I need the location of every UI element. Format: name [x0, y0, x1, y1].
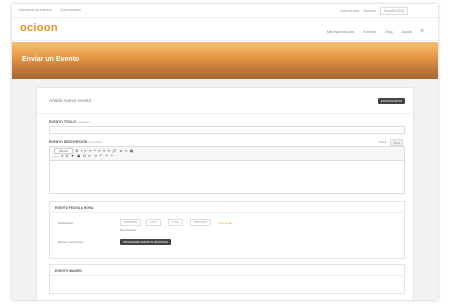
horizontal-line-icon[interactable]: ⇥ [60, 154, 63, 158]
editor-mode-tabs: Visual Texto [377, 139, 403, 146]
event-title-label: EVENTO TÍTULO (requerido) [49, 120, 91, 124]
top-link-communities[interactable]: Comunidades [60, 8, 81, 12]
numbered-list-icon[interactable]: ≡ [89, 149, 91, 153]
nav-item-blog[interactable]: Blog [385, 30, 392, 34]
strikethrough-icon[interactable]: — [54, 154, 58, 158]
site-logo[interactable]: ocioon [20, 22, 58, 34]
page-banner: Enviar un Evento [12, 42, 438, 79]
tab-visual[interactable]: Visual [377, 139, 389, 146]
form-title: Añadir nuevo evento [49, 98, 92, 103]
images-section-heading: EVENTO IMAGEN [50, 265, 404, 276]
outdent-icon[interactable]: ⇤ [88, 154, 91, 158]
event-description-label-text: EVENTO DESCRIPCIÓN [49, 140, 88, 144]
event-title-label-text: EVENTO TÍTULO [49, 120, 77, 124]
italic-icon[interactable]: I [81, 149, 82, 153]
toolbar-toggle-icon[interactable]: ▦ [130, 149, 133, 153]
event-description-label: EVENTO DESCRIPCIÓN (requerido) [49, 140, 102, 144]
color-dropdown-icon[interactable]: ▼ [71, 154, 75, 158]
event-title-input[interactable] [49, 126, 405, 134]
special-char-icon[interactable]: Ω [83, 154, 86, 158]
main-nav: Mis espectáculos Eventos Blog Ayuda ⌕ [327, 28, 424, 35]
language-selector[interactable]: Español (ES) [380, 7, 408, 15]
top-utility-bar: Calendario de eventos Comunidades Docume… [12, 4, 438, 18]
end-date-input[interactable]: 28/07/2020 [190, 219, 211, 226]
paste-text-icon[interactable]: ▣ [77, 154, 80, 158]
editor-toolbar-row-2: — ⇥ A ▼ ▣ Ω ⇤ ⇥ ↶ ↷ ? [54, 154, 113, 158]
text-color-icon[interactable]: A [66, 154, 68, 158]
event-images-section: EVENTO IMAGEN [49, 264, 405, 294]
start-date-input[interactable]: 28/07/2020 [120, 219, 141, 226]
nav-item-events[interactable]: Eventos [363, 30, 376, 34]
undo-icon[interactable]: ↶ [99, 154, 102, 158]
bullet-list-icon[interactable]: ≡ [84, 149, 86, 153]
form-header: Añadir nuevo evento ENVIAR EVENTO [37, 88, 415, 114]
schedule-recurring-button[interactable]: PROGRAMAR EVENTOS MÚLTIPLES [120, 239, 172, 245]
event-datetime-section: EVENTO FECHA & HORA Fecha/Hora: 28/07/20… [49, 201, 405, 259]
align-left-icon[interactable]: ≡ [98, 149, 100, 153]
title-required-note: (requerido) [77, 120, 91, 124]
top-left-links: Calendario de eventos Comunidades [18, 8, 81, 12]
event-form-card: Añadir nuevo evento ENVIAR EVENTO EVENTO… [36, 87, 415, 300]
main-content: Añadir nuevo evento ENVIAR EVENTO EVENTO… [12, 79, 438, 300]
bold-icon[interactable]: B [76, 149, 78, 153]
all-day-note[interactable]: Todo el día [218, 221, 232, 225]
align-right-icon[interactable]: ≡ [108, 149, 110, 153]
unlink-icon[interactable]: ⊘ [119, 149, 122, 153]
read-more-icon[interactable]: ≡ [125, 149, 127, 153]
editor-toolbar: Párrafo B I ≡ ≡ ❝ ≡ ≡ ≡ 🔗 ⊘ ≡ ▦ — ⇥ A ▼ … [49, 146, 405, 160]
top-right-links: Documentos Accesos Español (ES) [340, 7, 408, 15]
align-center-icon[interactable]: ≡ [103, 149, 105, 153]
nav-item-shows[interactable]: Mis espectáculos [327, 30, 355, 34]
datetime-label: Fecha/Hora: [58, 221, 74, 225]
start-time-input[interactable]: 12:00 [146, 219, 161, 226]
datetime-section-heading: EVENTO FECHA & HORA [50, 202, 404, 213]
tab-text[interactable]: Texto [390, 139, 403, 146]
blockquote-icon[interactable]: ❝ [94, 149, 96, 153]
top-link-access[interactable]: Accesos [363, 9, 376, 13]
nav-item-help[interactable]: Ayuda [402, 30, 412, 34]
description-required-note: (requerido) [88, 140, 103, 144]
event-description-editor[interactable] [49, 160, 405, 194]
recurring-label: Eventos recurrentes: [58, 240, 84, 244]
end-time-input[interactable]: 17:00 [168, 219, 183, 226]
top-link-calendar[interactable]: Calendario de eventos [18, 8, 52, 12]
indent-icon[interactable]: ⇥ [94, 154, 97, 158]
page: Calendario de eventos Comunidades Docume… [12, 4, 438, 300]
submit-event-button[interactable]: ENVIAR EVENTO [378, 98, 405, 104]
link-icon[interactable]: 🔗 [112, 149, 116, 153]
timezone-label: Zona horaria: [120, 228, 137, 232]
help-icon[interactable]: ? [111, 154, 113, 158]
page-title: Enviar un Evento [22, 56, 80, 63]
site-header: ocioon Mis espectáculos Eventos Blog Ayu… [12, 19, 438, 41]
search-icon[interactable]: ⌕ [421, 28, 424, 35]
redo-icon[interactable]: ↷ [105, 154, 108, 158]
top-link-documents[interactable]: Documentos [340, 9, 359, 13]
